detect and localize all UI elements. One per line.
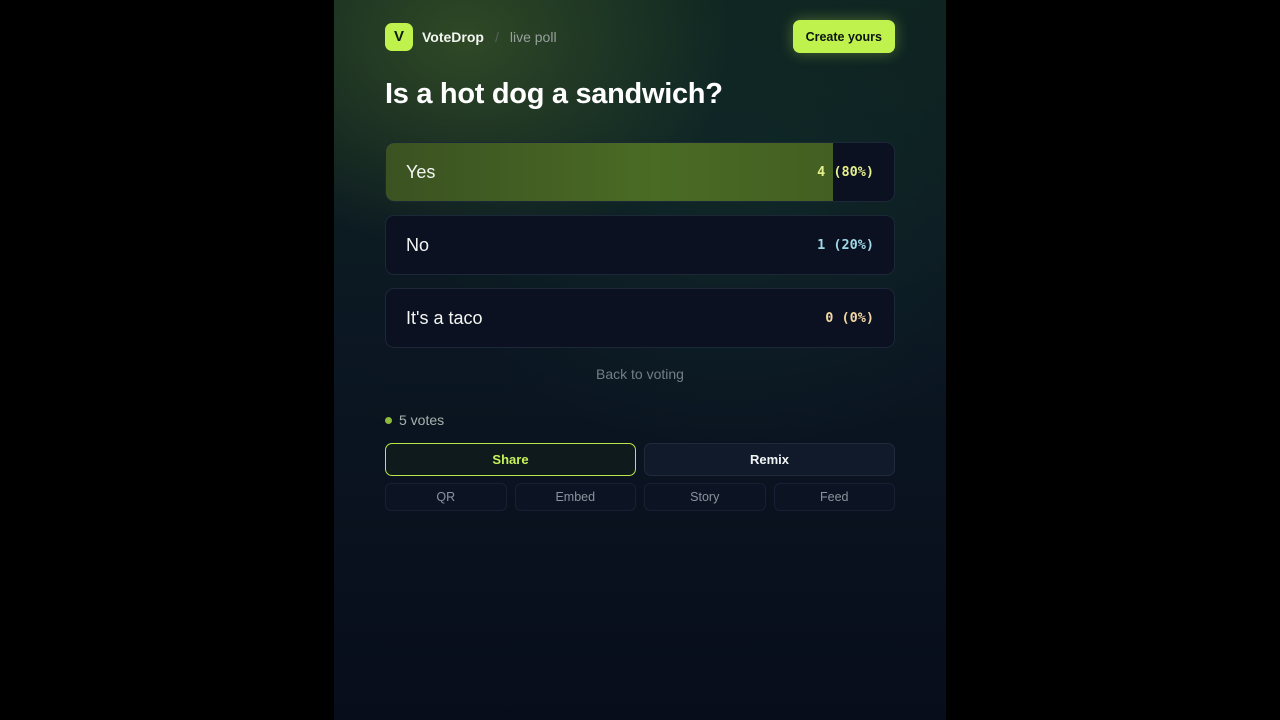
create-yours-button[interactable]: Create yours [792,20,895,53]
primary-actions: Share Remix [385,443,895,476]
poll-option-yes[interactable]: Yes 4 (80%) [385,142,895,202]
brand-name: VoteDrop [422,28,484,45]
poll-option-no[interactable]: No 1 (20%) [385,215,895,275]
share-options: QR Embed Story Feed [385,483,895,511]
vote-count: 5 votes [385,412,444,428]
option-label: No [406,234,430,255]
poll-page: V VoteDrop / live poll Create yours Is a… [334,0,946,720]
option-label: It's a taco [406,307,483,328]
remix-button[interactable]: Remix [644,443,895,476]
option-count: 4 (80%) [817,164,874,180]
feed-button[interactable]: Feed [773,483,895,511]
votedrop-logo: V [385,22,413,51]
page-subtitle: live poll [509,28,557,45]
vote-count-label: 5 votes [399,412,445,428]
result-bar-yes [386,143,834,201]
option-label: Yes [406,161,436,182]
breadcrumb-separator: / [494,28,499,45]
share-button[interactable]: Share [385,443,636,476]
poll-options: Yes 4 (80%) No 1 (20%) It's a taco 0 (0%… [385,142,895,361]
brand[interactable]: V VoteDrop / live poll [385,22,557,51]
top-bar: V VoteDrop / live poll Create yours [385,20,895,53]
option-count: 1 (20%) [817,237,874,253]
poll-option-taco[interactable]: It's a taco 0 (0%) [385,288,895,348]
embed-button[interactable]: Embed [514,483,636,511]
story-button[interactable]: Story [644,483,766,511]
poll-question: Is a hot dog a sandwich? [385,78,723,110]
back-to-voting-link[interactable]: Back to voting [385,366,895,382]
live-dot-icon [385,416,392,424]
qr-button[interactable]: QR [385,483,507,511]
option-count: 0 (0%) [825,310,874,326]
